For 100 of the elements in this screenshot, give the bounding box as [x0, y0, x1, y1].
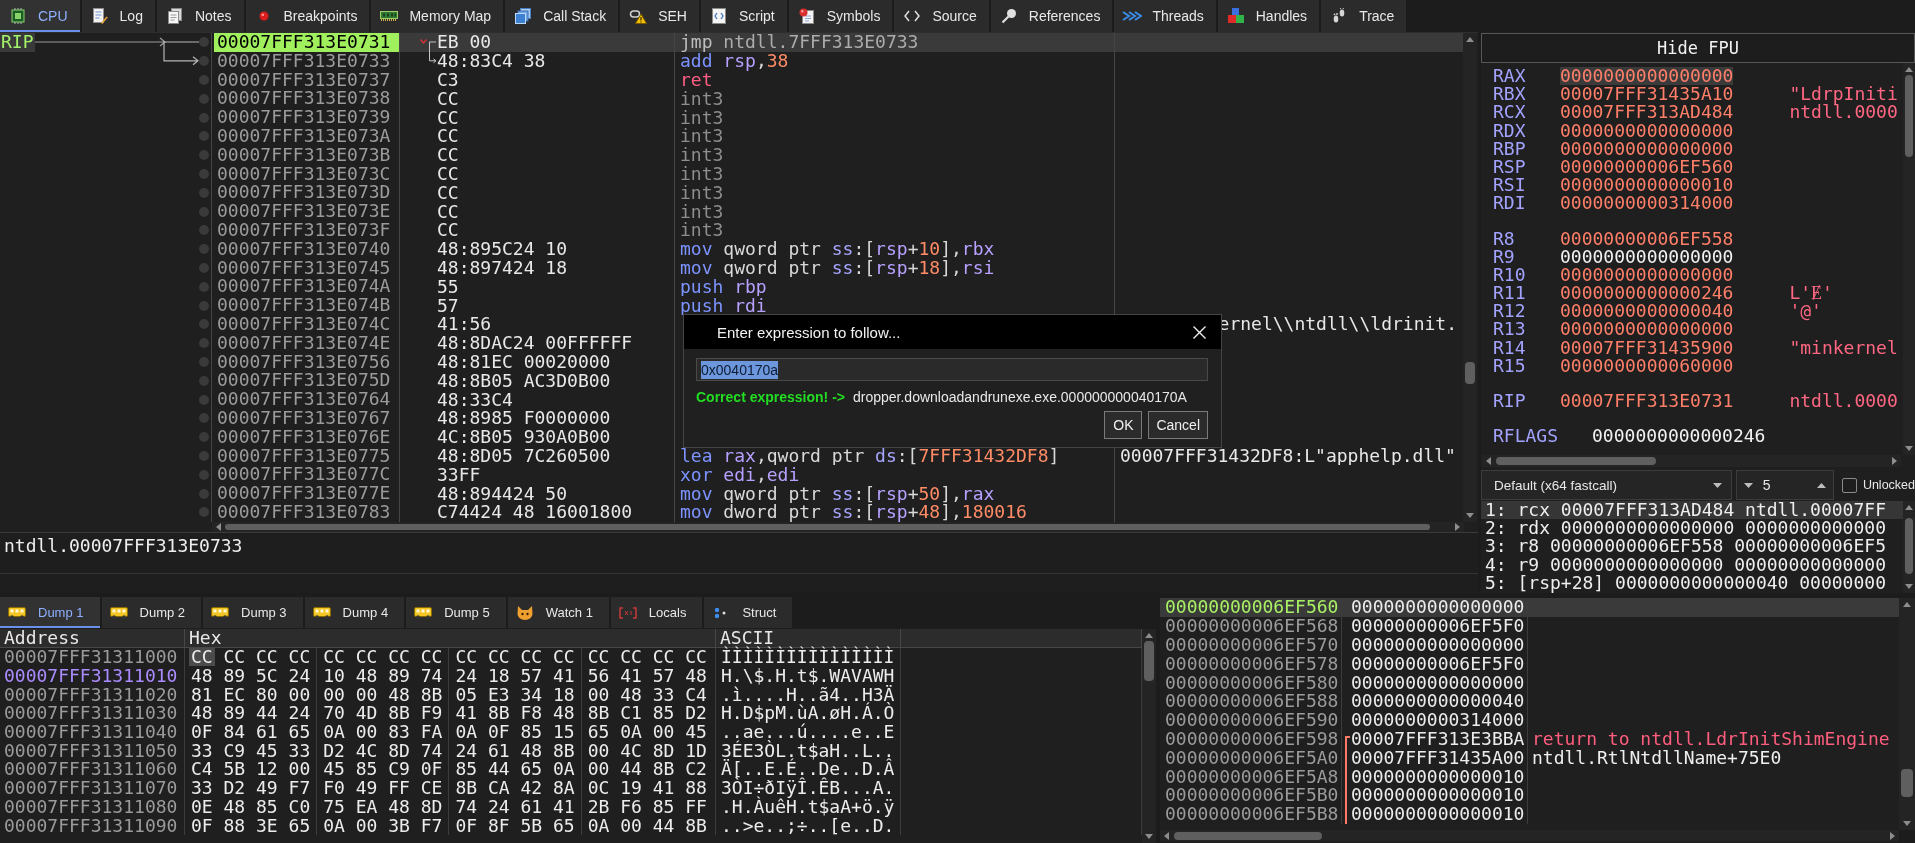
tab[interactable]: SEH — [620, 0, 699, 32]
calling-convention-dropdown[interactable]: Default (x64 fastcall) — [1481, 470, 1732, 500]
register-value[interactable]: 0000000000000000 — [1560, 265, 1734, 285]
up-arrow-icon[interactable] — [1905, 505, 1913, 510]
register-value[interactable]: 00000000006EF560 — [1560, 157, 1734, 177]
register-value[interactable]: 0000000000060000 — [1560, 356, 1734, 375]
breakpoint-dot-icon[interactable] — [199, 93, 209, 104]
tab[interactable]: Dump 2 — [101, 597, 202, 628]
expression-field[interactable]: 0x0040170a — [696, 358, 1208, 381]
scrollbar-thumb[interactable] — [1905, 518, 1913, 574]
right-arrow-icon[interactable] — [1455, 523, 1460, 531]
down-arrow-icon[interactable] — [1903, 821, 1911, 826]
down-arrow-icon[interactable] — [1905, 446, 1913, 451]
breakpoint-dot-icon[interactable] — [199, 150, 209, 161]
register-value[interactable]: 00007FFF313AD484 — [1560, 103, 1734, 122]
tab[interactable]: Memory Map — [371, 0, 504, 32]
tab[interactable]: Script — [700, 0, 787, 32]
cancel-button[interactable]: Cancel — [1148, 411, 1208, 439]
vertical-scrollbar[interactable] — [1899, 598, 1915, 830]
horizontal-scrollbar[interactable] — [1160, 830, 1899, 842]
left-arrow-icon[interactable] — [1164, 832, 1169, 840]
register-value[interactable]: 0000000000000000 — [1560, 67, 1734, 86]
argument-row[interactable]: 5: [rsp+28] 0000000000000040 00000000 — [1481, 573, 1903, 592]
register-value[interactable]: 0000000000314000 — [1560, 194, 1734, 213]
hide-fpu-button[interactable]: Hide FPU — [1481, 33, 1915, 63]
breakpoint-dot-icon[interactable] — [199, 225, 209, 236]
vertical-scrollbar[interactable] — [1142, 629, 1156, 843]
right-arrow-icon[interactable] — [1890, 832, 1895, 840]
register-value[interactable]: 00000000006EF558 — [1560, 229, 1734, 248]
breakpoint-dot-icon[interactable] — [199, 488, 209, 499]
right-arrow-icon[interactable] — [1892, 457, 1897, 465]
tab[interactable]: Handles — [1217, 0, 1320, 32]
scrollbar-thumb[interactable] — [1144, 641, 1154, 681]
horizontal-scrollbar[interactable] — [1482, 455, 1901, 467]
up-arrow-icon[interactable] — [1903, 602, 1911, 607]
scrollbar-thumb[interactable] — [225, 524, 1430, 530]
register-value[interactable]: 0000000000000246 — [1560, 284, 1734, 303]
breakpoint-dot-icon[interactable] — [199, 507, 209, 518]
breakpoint-dot-icon[interactable] — [199, 206, 209, 217]
left-arrow-icon[interactable] — [1486, 457, 1491, 465]
register-value[interactable]: 0000000000000000 — [1560, 139, 1734, 158]
register-value[interactable]: 0000000000000000 — [1560, 121, 1734, 140]
breakpoint-dot-icon[interactable] — [199, 432, 209, 443]
register-value[interactable]: 0000000000000010 — [1560, 176, 1734, 195]
scrollbar-thumb[interactable] — [1901, 769, 1913, 797]
column-header[interactable]: ASCII — [720, 630, 775, 646]
scrollbar-thumb[interactable] — [1905, 75, 1913, 157]
argument-row[interactable]: 3: r8 00000000006EF558 00000000006EF5 — [1481, 537, 1903, 556]
vertical-scrollbar[interactable] — [1903, 501, 1915, 593]
breakpoint-dot-icon[interactable] — [199, 262, 209, 273]
checkbox[interactable] — [1841, 477, 1857, 493]
down-arrow-icon[interactable] — [1905, 584, 1913, 589]
breakpoint-dot-icon[interactable] — [199, 319, 209, 330]
breakpoint-dot-icon[interactable] — [199, 37, 209, 48]
tab[interactable]: Notes — [156, 0, 244, 32]
breakpoint-dot-icon[interactable] — [199, 56, 209, 67]
tab[interactable]: Threads — [1114, 0, 1216, 32]
up-arrow-icon[interactable] — [1145, 633, 1153, 638]
tab[interactable]: Dump 5 — [406, 597, 506, 628]
breakpoint-dot-icon[interactable] — [199, 187, 209, 198]
breakpoint-dot-icon[interactable] — [199, 469, 209, 480]
tab[interactable]: Locals — [610, 597, 703, 628]
horizontal-scrollbar[interactable] — [212, 522, 1464, 532]
breakpoint-dot-icon[interactable] — [199, 450, 209, 461]
tab[interactable]: Dump 1 — [0, 597, 100, 628]
register-value[interactable]: 00007FFF31435A10 — [1560, 85, 1734, 104]
tab[interactable]: Call Stack — [505, 0, 619, 32]
breakpoint-dot-icon[interactable] — [199, 75, 209, 85]
scrollbar-thumb[interactable] — [1496, 457, 1656, 465]
vertical-scrollbar[interactable] — [1903, 63, 1915, 455]
column-header[interactable]: Address — [4, 630, 80, 646]
tab[interactable]: Symbols — [788, 0, 893, 32]
breakpoint-dot-icon[interactable] — [199, 281, 209, 292]
argument-count-spinbox[interactable]: 5 — [1735, 470, 1834, 500]
vertical-scrollbar[interactable] — [1463, 33, 1477, 522]
breakpoint-dot-icon[interactable] — [199, 375, 209, 386]
scrollbar-thumb[interactable] — [1174, 832, 1322, 840]
argument-row[interactable]: 1: rcx 00007FFF313AD484 ntdll.00007FF — [1481, 501, 1903, 520]
tab[interactable]: CPU — [0, 0, 80, 32]
register-value[interactable]: 00007FFF31435900 — [1560, 338, 1734, 357]
left-arrow-icon[interactable] — [216, 523, 221, 531]
breakpoint-dot-icon[interactable] — [199, 300, 209, 311]
breakpoint-dot-icon[interactable] — [199, 168, 209, 179]
breakpoint-dot-icon[interactable] — [199, 244, 209, 255]
breakpoint-dot-icon[interactable] — [199, 394, 209, 405]
register-value[interactable]: 0000000000000000 — [1560, 320, 1734, 339]
tab[interactable]: Struct — [704, 597, 793, 628]
up-arrow-icon[interactable] — [1466, 37, 1474, 42]
breakpoint-dot-icon[interactable] — [199, 413, 209, 424]
tab[interactable]: Trace — [1321, 0, 1407, 32]
register-value[interactable]: 0000000000000246 — [1592, 427, 1766, 446]
tab[interactable]: Dump 3 — [203, 597, 303, 628]
tab[interactable]: Log — [81, 0, 155, 32]
tab[interactable]: Watch 1 — [507, 597, 609, 628]
down-arrow-icon[interactable] — [1466, 513, 1474, 518]
breakpoint-dot-icon[interactable] — [199, 112, 209, 123]
tab[interactable]: Breakpoints — [245, 0, 370, 32]
argument-row[interactable]: 2: rdx 0000000000000000 0000000000000 — [1481, 519, 1903, 538]
argument-row[interactable]: 4: r9 0000000000000000 00000000000000 — [1481, 555, 1903, 574]
breakpoint-dot-icon[interactable] — [199, 356, 209, 367]
